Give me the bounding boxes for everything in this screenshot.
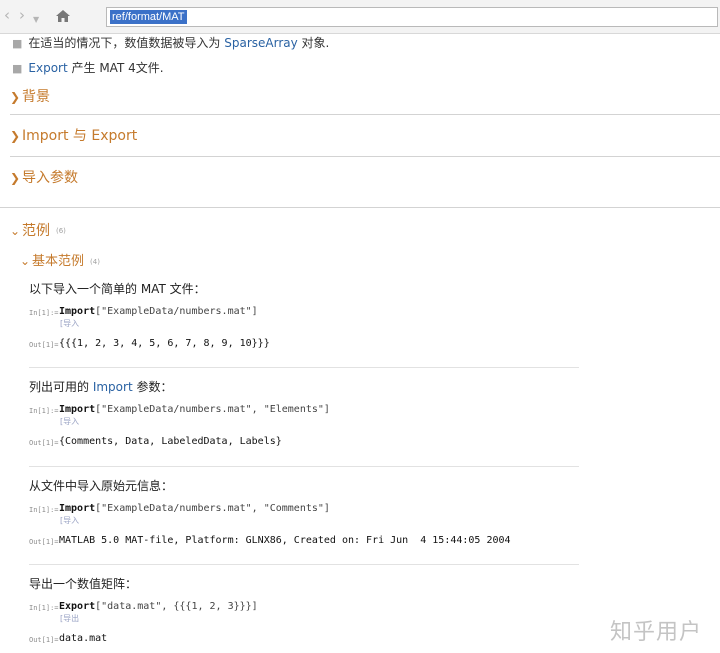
- basic-examples-count: (4): [90, 257, 100, 266]
- output-cell: {Comments, Data, LabeledData, Labels}: [59, 436, 282, 447]
- history-dropdown-icon[interactable]: ▼: [33, 11, 39, 29]
- sparsearray-link[interactable]: SparseArray: [224, 36, 297, 50]
- bullet-dot-icon: ■: [12, 62, 23, 75]
- section-divider: [10, 114, 720, 115]
- import-link[interactable]: Import: [93, 380, 133, 394]
- input-cell[interactable]: Import["ExampleData/numbers.mat"]: [59, 305, 258, 318]
- output-label: Out[1]=: [29, 636, 59, 644]
- section-divider: [0, 207, 720, 208]
- subsection-basic-examples[interactable]: ⌄ 基本范例 (4): [20, 253, 100, 270]
- function-tag[interactable]: [导出: [60, 614, 79, 624]
- input-cell[interactable]: Export["data.mat", {{{1, 2, 3}}}]: [59, 600, 258, 613]
- example-title: 列出可用的 Import 参数：: [29, 380, 173, 394]
- example-separator: [29, 466, 579, 467]
- input-cell[interactable]: Import["ExampleData/numbers.mat", "Comme…: [59, 502, 330, 515]
- section-background[interactable]: ❯ 背景: [10, 88, 50, 106]
- output-label: Out[1]=: [29, 439, 59, 447]
- chevron-right-icon: ❯: [10, 129, 21, 143]
- address-text[interactable]: ref/format/MAT: [110, 10, 187, 24]
- input-label: In[1]:=: [29, 407, 59, 415]
- input-label: In[1]:=: [29, 604, 59, 612]
- output-cell: MATLAB 5.0 MAT-file, Platform: GLNX86, C…: [59, 535, 511, 546]
- example-title: 导出一个数值矩阵：: [29, 577, 138, 591]
- chevron-down-icon: ⌄: [20, 254, 31, 268]
- watermark: 知乎用户: [610, 620, 703, 645]
- section-import-export[interactable]: ❯ Import 与 Export: [10, 127, 137, 145]
- section-divider: [10, 156, 720, 157]
- input-label: In[1]:=: [29, 506, 59, 514]
- section-import-params[interactable]: ❯ 导入参数: [10, 169, 78, 187]
- chevron-right-icon: ❯: [10, 171, 21, 185]
- note-bullet-sparsearray: ■ 在适当的情况下，数值数据被导入为 SparseArray 对象.: [12, 36, 330, 50]
- note-bullet-export: ■ Export 产生 MAT 4文件.: [12, 61, 164, 75]
- home-icon[interactable]: [56, 10, 70, 22]
- example-separator: [29, 367, 579, 368]
- function-tag[interactable]: [导入: [60, 319, 79, 329]
- back-arrow-icon[interactable]: ‹: [4, 6, 10, 24]
- browser-toolbar: ‹ › ▼ ref/format/MAT: [0, 0, 720, 34]
- output-label: Out[1]=: [29, 538, 59, 546]
- example-title: 从文件中导入原始元信息：: [29, 479, 174, 493]
- export-link[interactable]: Export: [28, 61, 67, 75]
- input-cell[interactable]: Import["ExampleData/numbers.mat", "Eleme…: [59, 403, 330, 416]
- example-separator: [29, 564, 579, 565]
- chevron-right-icon: ❯: [10, 90, 21, 104]
- address-bar[interactable]: ref/format/MAT: [106, 7, 718, 27]
- input-label: In[1]:=: [29, 309, 59, 317]
- examples-count: (6): [56, 227, 66, 235]
- function-tag[interactable]: [导入: [60, 417, 79, 427]
- bullet-dot-icon: ■: [12, 37, 23, 50]
- output-label: Out[1]=: [29, 341, 59, 349]
- function-tag[interactable]: [导入: [60, 516, 79, 526]
- output-cell: {{{1, 2, 3, 4, 5, 6, 7, 8, 9, 10}}}: [59, 338, 270, 349]
- example-title: 以下导入一个简单的 MAT 文件：: [29, 282, 206, 296]
- forward-arrow-icon[interactable]: ›: [19, 6, 25, 24]
- chevron-down-icon: ⌄: [10, 224, 21, 238]
- output-cell: data.mat: [59, 633, 108, 644]
- section-examples[interactable]: ⌄ 范例 (6): [10, 222, 66, 240]
